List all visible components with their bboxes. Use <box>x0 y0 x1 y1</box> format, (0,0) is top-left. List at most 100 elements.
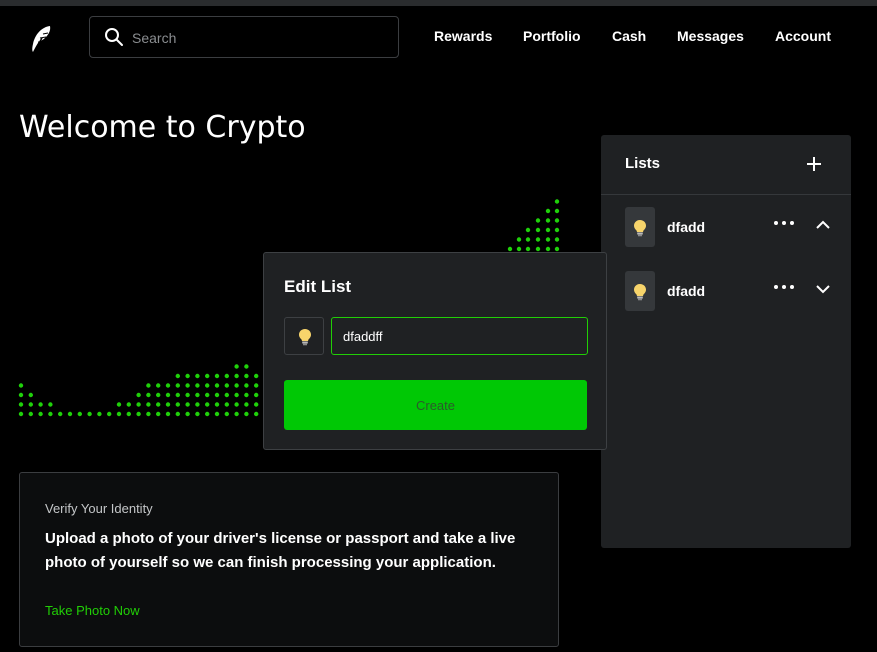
chart-dot <box>214 392 220 398</box>
take-photo-link[interactable]: Take Photo Now <box>45 603 140 618</box>
chart-dot <box>195 402 200 407</box>
search-box[interactable] <box>89 16 399 58</box>
list-item[interactable]: dfadd <box>601 202 851 252</box>
chart-dot <box>48 411 53 417</box>
nav-portfolio[interactable]: Portfolio <box>523 28 581 44</box>
chart-dot <box>554 246 560 252</box>
more-options-icon[interactable] <box>773 280 795 294</box>
search-icon <box>104 27 124 47</box>
nav-rewards[interactable]: Rewards <box>434 28 492 44</box>
create-button[interactable]: Create <box>284 380 587 430</box>
lists-panel-header: Lists <box>601 135 851 195</box>
chart-dot <box>28 402 33 407</box>
chart-dot <box>116 411 122 417</box>
chart-dot <box>214 383 220 388</box>
chart-dot <box>146 411 151 417</box>
chart-dot <box>254 383 259 388</box>
chart-dot <box>28 411 33 417</box>
chart-dot <box>67 411 73 417</box>
chart-dot <box>156 392 161 398</box>
chart-dot <box>18 411 24 417</box>
chart-dot <box>175 383 180 388</box>
chart-dot <box>107 411 112 417</box>
nav-cash[interactable]: Cash <box>612 28 646 44</box>
chart-dot <box>146 392 151 398</box>
chart-dot <box>525 227 531 233</box>
lightbulb-icon <box>625 271 655 311</box>
chart-dot <box>18 383 24 388</box>
edit-list-modal: Edit List Create <box>263 252 607 450</box>
chart-dot <box>234 411 239 417</box>
chart-dot <box>234 402 239 407</box>
list-item[interactable]: dfadd <box>601 266 851 316</box>
list-name-input[interactable] <box>331 317 588 355</box>
chart-dot <box>214 373 220 379</box>
chart-dot <box>507 246 513 252</box>
chart-dot <box>136 411 141 417</box>
chart-dot <box>87 411 92 417</box>
chart-dot <box>554 208 560 214</box>
chart-dot <box>224 402 229 407</box>
chart-dot <box>156 402 161 407</box>
chart-dot <box>535 237 541 242</box>
chart-dot <box>146 383 151 388</box>
chart-dot <box>244 373 249 379</box>
chart-dot <box>244 364 249 369</box>
chart-dot <box>77 411 83 417</box>
chart-dot <box>97 411 102 417</box>
modal-title: Edit List <box>284 277 352 296</box>
list-item-name: dfadd <box>667 219 706 235</box>
chart-dot <box>254 402 259 407</box>
chart-dot <box>126 411 131 417</box>
search-input[interactable] <box>132 27 382 49</box>
chart-dot <box>185 392 190 398</box>
lists-panel: Lists dfadd dfadd <box>601 135 851 548</box>
chart-dot <box>545 237 551 242</box>
chart-dot <box>205 392 210 398</box>
chart-dot <box>165 411 171 417</box>
chevron-down-icon[interactable] <box>815 281 831 297</box>
chart-dot <box>244 411 249 417</box>
chart-dot <box>244 383 249 388</box>
chart-dot <box>195 411 200 417</box>
chart-dot <box>175 402 180 407</box>
chart-dot <box>156 411 161 417</box>
chart-dot <box>18 402 24 407</box>
chart-dot <box>205 411 210 417</box>
add-list-plus-icon[interactable] <box>805 155 823 173</box>
chevron-up-icon[interactable] <box>815 217 831 233</box>
more-options-icon[interactable] <box>773 216 795 230</box>
robinhood-feather-logo-icon[interactable] <box>28 24 56 54</box>
chart-dot <box>18 392 24 398</box>
verify-card-title: Verify Your Identity <box>45 501 153 516</box>
chart-dot <box>48 402 53 407</box>
chart-dot <box>185 411 190 417</box>
chart-dot <box>185 383 190 388</box>
chart-dot <box>554 227 560 233</box>
chart-dot <box>516 237 522 242</box>
chart-dot <box>116 402 122 407</box>
chart-dot <box>545 246 551 252</box>
chart-dot <box>244 392 249 398</box>
chart-dot <box>175 392 180 398</box>
chart-dot <box>195 383 200 388</box>
lists-panel-title: Lists <box>625 155 661 172</box>
list-item-name: dfadd <box>667 283 706 299</box>
window-top-strip <box>0 0 877 6</box>
chart-dot <box>195 392 200 398</box>
chart-dot <box>224 411 229 417</box>
chart-dot <box>165 402 171 407</box>
verify-card-body: Upload a photo of your driver's license … <box>45 530 516 571</box>
nav-account[interactable]: Account <box>775 28 831 44</box>
chart-dot <box>254 392 259 398</box>
chart-dot <box>146 402 151 407</box>
chart-dot <box>224 373 229 379</box>
nav-messages[interactable]: Messages <box>677 28 744 44</box>
chart-dot <box>234 373 239 379</box>
chart-dot <box>205 383 210 388</box>
chart-dot <box>156 383 161 388</box>
chart-dot <box>175 373 180 379</box>
lightbulb-icon-picker[interactable] <box>284 317 324 355</box>
chart-dot <box>195 373 200 379</box>
chart-dot <box>205 402 210 407</box>
